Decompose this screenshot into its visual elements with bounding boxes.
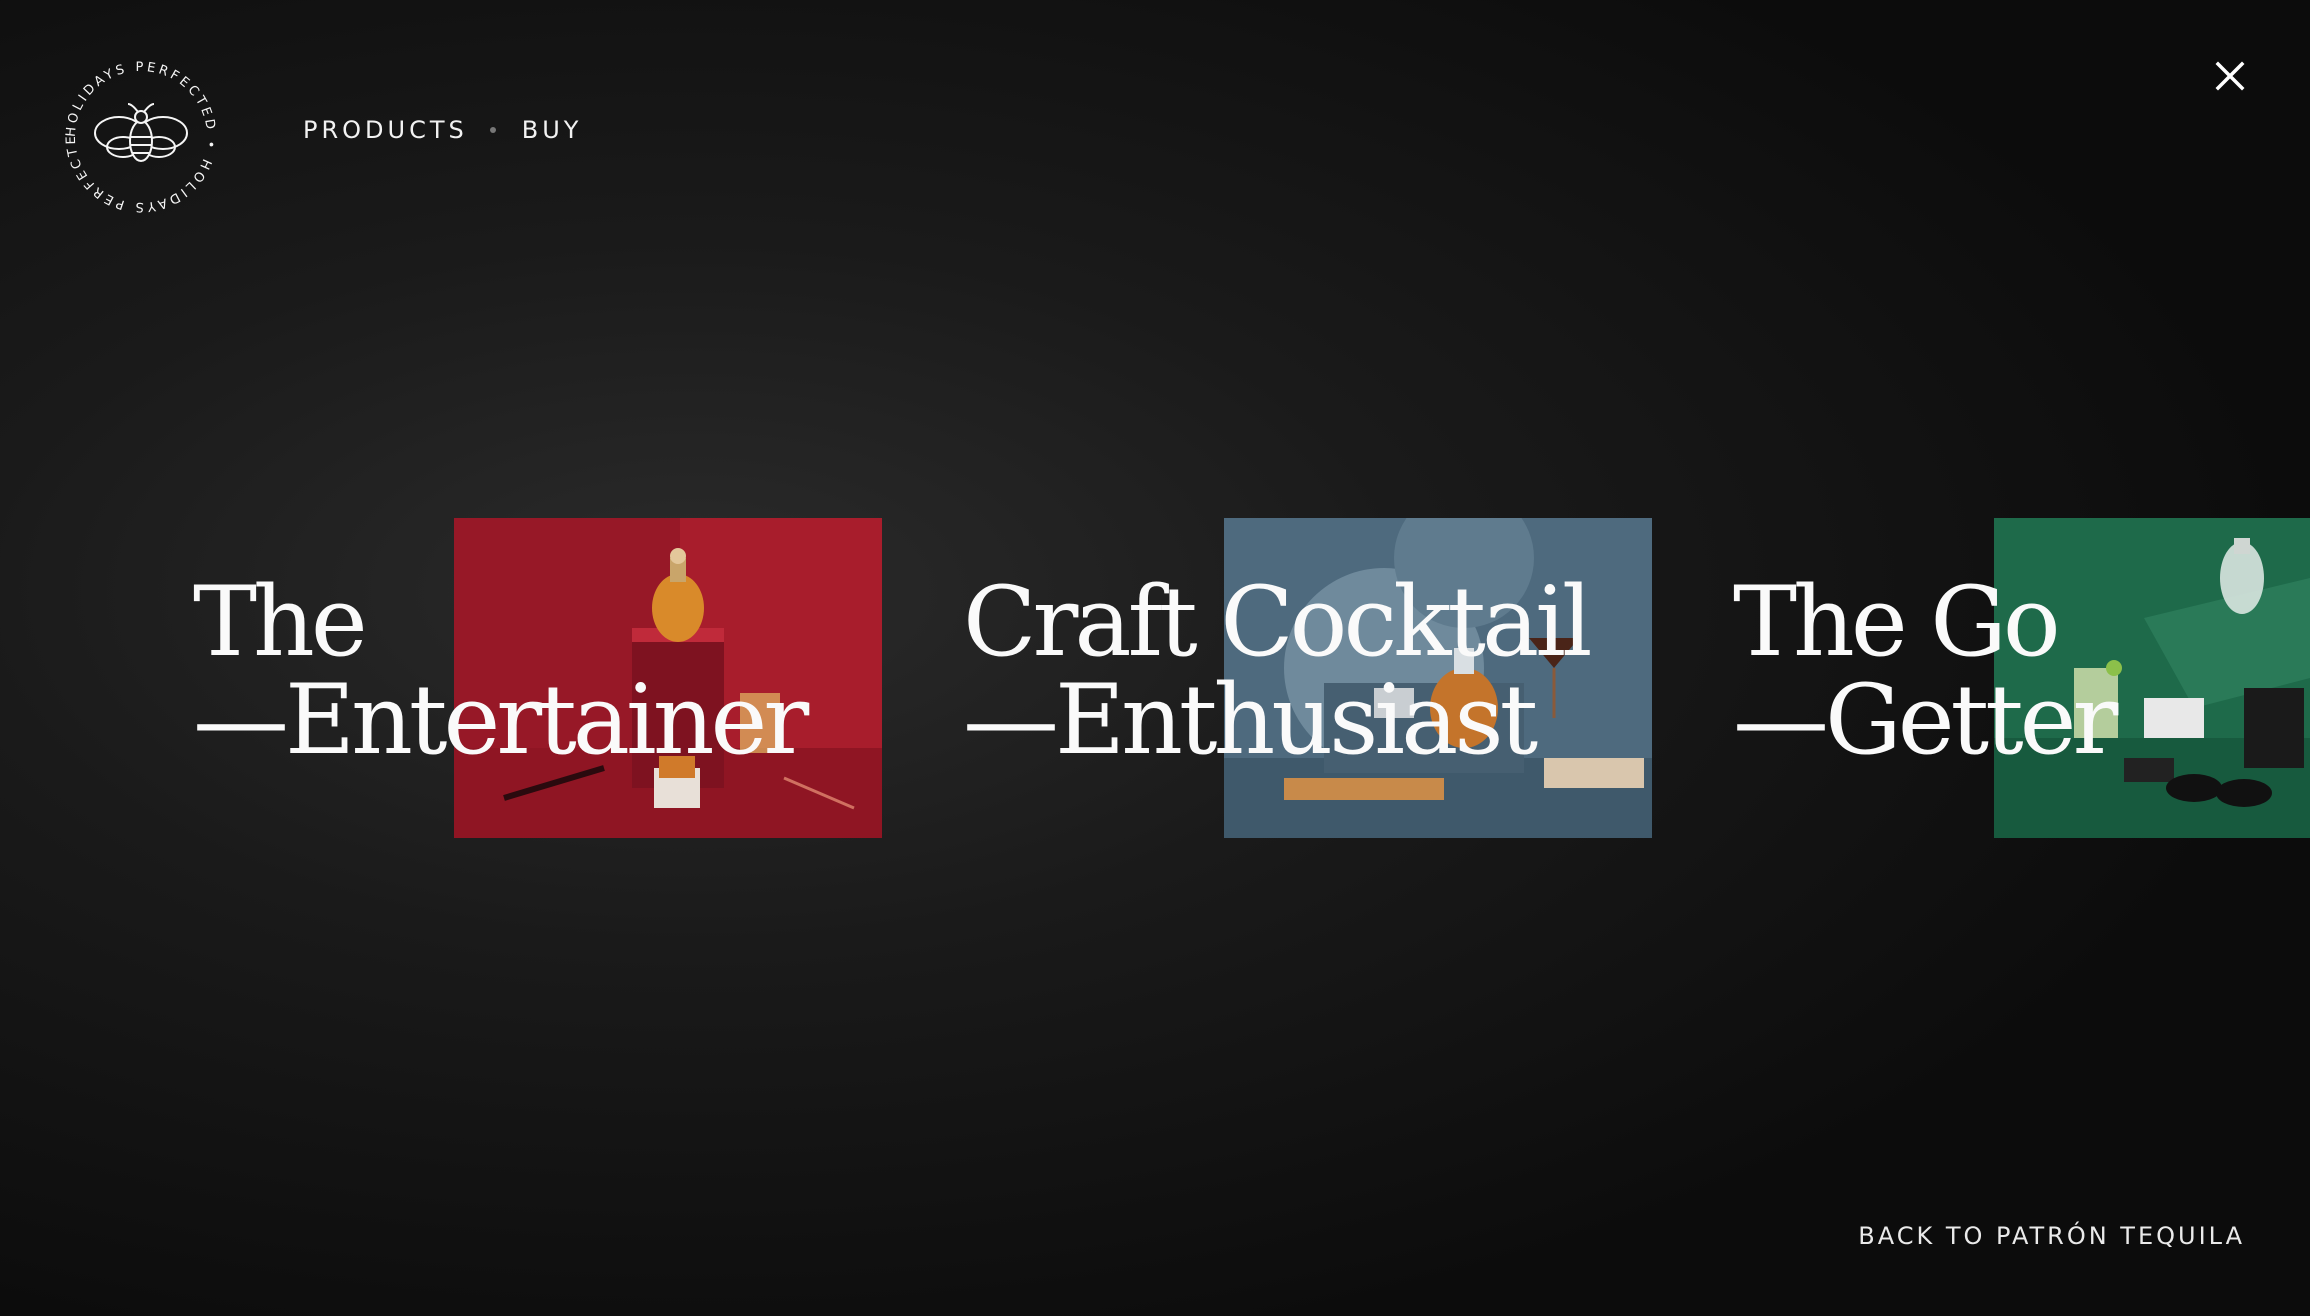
cocktail-enthusiast-title-line2: —Enthusiast: [963, 664, 1538, 776]
top-nav: PRODUCTS BUY: [303, 116, 582, 144]
bee-icon: [94, 103, 188, 162]
go-getter-title-line2: —Getter: [1733, 664, 2118, 776]
close-icon: [2215, 61, 2245, 91]
entertainer-title-line2: —Entertainer: [193, 664, 809, 776]
brand-logo[interactable]: HOLIDAYS PERFECTED • HOLIDAYS PERFECTED …: [56, 52, 226, 222]
close-button[interactable]: [2210, 56, 2250, 96]
nav-products-link[interactable]: PRODUCTS: [303, 116, 468, 144]
go-getter-title-line1: The Go: [1733, 566, 2061, 678]
nav-buy-link[interactable]: BUY: [522, 116, 583, 144]
card-the-entertainer[interactable]: The —Entertainer: [193, 518, 893, 838]
cocktail-enthusiast-title: Craft Cocktail —Enthusiast: [963, 566, 1593, 776]
entertainer-title: The —Entertainer: [193, 566, 809, 776]
entertainer-title-line1: The: [193, 566, 368, 678]
holidays-perfected-badge: HOLIDAYS PERFECTED • HOLIDAYS PERFECTED …: [56, 52, 215, 214]
card-craft-cocktail-enthusiast[interactable]: Craft Cocktail —Enthusiast: [963, 518, 1663, 838]
back-to-patron-link[interactable]: BACK TO PATRÓN TEQUILA: [1858, 1222, 2245, 1250]
go-getter-title: The Go —Getter: [1733, 566, 2118, 776]
nav-separator-dot: [489, 127, 496, 133]
card-the-go-getter[interactable]: The Go —Getter: [1733, 518, 2310, 838]
cocktail-enthusiast-title-line1: Craft Cocktail: [963, 566, 1593, 678]
